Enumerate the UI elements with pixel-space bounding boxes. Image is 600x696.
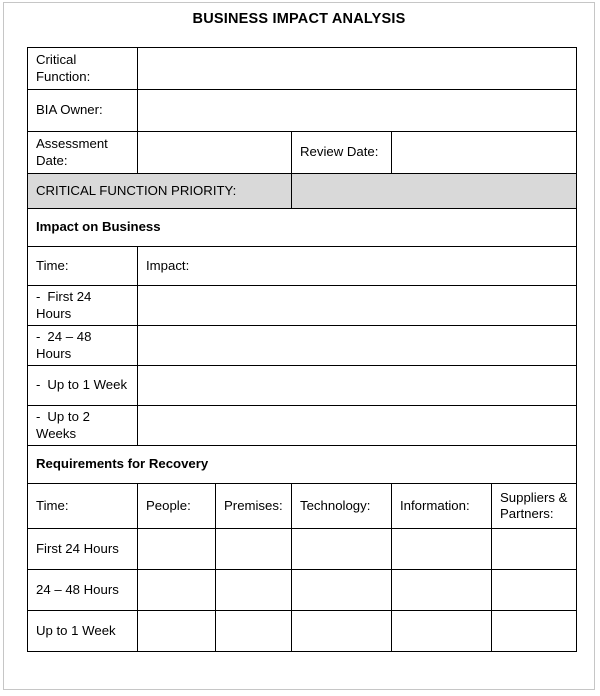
- recovery-suppliers-first-24-hours[interactable]: [490, 528, 578, 570]
- recovery-col-information-header: Information:: [391, 483, 492, 529]
- document-page: BUSINESS IMPACT ANALYSIS Critical Functi…: [3, 2, 595, 690]
- impact-col-impact-header: Impact:: [136, 246, 578, 286]
- recovery-col-technology-header: Technology:: [291, 483, 392, 529]
- table-row-impact-columns: Time: Impact:: [27, 246, 578, 286]
- recovery-col-premises-header: Premises:: [215, 483, 292, 529]
- assessment-date-value-cell[interactable]: [137, 131, 292, 174]
- page-title: BUSINESS IMPACT ANALYSIS: [192, 11, 406, 27]
- impact-time-label: 24 – 48 Hours: [36, 329, 92, 361]
- table-row: - Up to 1 Week: [27, 365, 578, 406]
- recovery-suppliers-up-to-1-week[interactable]: [490, 610, 578, 652]
- recovery-people-24-48-hours[interactable]: [137, 569, 216, 611]
- impact-value-first-24-hours[interactable]: [136, 285, 578, 326]
- business-impact-analysis-table: Critical Function: BIA Owner: Assessment…: [26, 47, 578, 652]
- review-date-label: Review Date:: [291, 131, 392, 174]
- impact-time-label: Up to 1 Week: [47, 377, 128, 393]
- recovery-time-first-24-hours: First 24 Hours: [27, 528, 138, 570]
- bullet-dash-icon: -: [36, 289, 41, 305]
- table-row: - Up to 2 Weeks: [27, 405, 578, 446]
- table-row-priority: CRITICAL FUNCTION PRIORITY:: [27, 173, 578, 209]
- bia-owner-value-cell[interactable]: [136, 89, 578, 132]
- impact-value-up-to-2-weeks[interactable]: [136, 405, 578, 446]
- impact-time-first-24-hours: - First 24 Hours: [27, 285, 138, 326]
- impact-time-24-48-hours: -24 – 48 Hours: [27, 325, 138, 366]
- bia-owner-label: BIA Owner:: [27, 89, 138, 132]
- table-row-recovery-columns: Time: People: Premises: Technology: Info…: [27, 483, 578, 529]
- impact-time-up-to-1-week: - Up to 1 Week: [27, 365, 138, 406]
- recovery-col-people-header: People:: [137, 483, 216, 529]
- table-row: First 24 Hours: [27, 528, 578, 570]
- recovery-premises-first-24-hours[interactable]: [215, 528, 292, 570]
- recovery-people-first-24-hours[interactable]: [137, 528, 216, 570]
- impact-col-time-header: Time:: [27, 246, 138, 286]
- bullet-dash-icon: -: [36, 409, 41, 425]
- recovery-time-up-to-1-week: Up to 1 Week: [27, 610, 138, 652]
- recovery-technology-24-48-hours[interactable]: [291, 569, 392, 611]
- recovery-time-24-48-hours: 24 – 48 Hours: [27, 569, 138, 611]
- impact-time-label: Up to 2 Weeks: [36, 409, 90, 441]
- impact-time-up-to-2-weeks: - Up to 2 Weeks: [27, 405, 138, 446]
- recovery-technology-up-to-1-week[interactable]: [291, 610, 392, 652]
- table-row-dates: Assessment Date: Review Date:: [27, 131, 578, 174]
- table-row-impact-heading: Impact on Business: [26, 208, 578, 247]
- critical-function-value-cell[interactable]: [136, 47, 578, 90]
- table-row-recovery-heading: Requirements for Recovery: [26, 445, 578, 484]
- critical-function-priority-value-cell[interactable]: [290, 173, 578, 209]
- recovery-people-up-to-1-week[interactable]: [137, 610, 216, 652]
- recovery-suppliers-24-48-hours[interactable]: [490, 569, 578, 611]
- table-row-bia-owner: BIA Owner:: [27, 89, 578, 132]
- table-row: 24 – 48 Hours: [27, 569, 578, 611]
- impact-value-up-to-1-week[interactable]: [136, 365, 578, 406]
- critical-function-priority-label: CRITICAL FUNCTION PRIORITY:: [27, 173, 292, 209]
- bullet-dash-icon: -: [36, 377, 41, 393]
- critical-function-label: Critical Function:: [27, 47, 138, 90]
- recovery-col-time-header: Time:: [27, 483, 138, 529]
- impact-value-24-48-hours[interactable]: [136, 325, 578, 366]
- bullet-dash-icon: -: [36, 329, 41, 345]
- assessment-date-label: Assessment Date:: [27, 131, 138, 174]
- impact-time-label: First 24 Hours: [36, 289, 92, 321]
- recovery-information-up-to-1-week[interactable]: [391, 610, 492, 652]
- recovery-technology-first-24-hours[interactable]: [291, 528, 392, 570]
- review-date-value-cell[interactable]: [390, 131, 578, 174]
- recovery-premises-up-to-1-week[interactable]: [215, 610, 292, 652]
- table-row: -24 – 48 Hours: [27, 325, 578, 366]
- requirements-for-recovery-heading: Requirements for Recovery: [26, 445, 578, 484]
- recovery-col-suppliers-partners-header: Suppliers & Partners:: [490, 483, 578, 529]
- table-row-critical-function: Critical Function:: [27, 47, 578, 90]
- recovery-premises-24-48-hours[interactable]: [215, 569, 292, 611]
- table-row: Up to 1 Week: [27, 610, 578, 652]
- table-row: - First 24 Hours: [27, 285, 578, 326]
- recovery-information-first-24-hours[interactable]: [391, 528, 492, 570]
- recovery-information-24-48-hours[interactable]: [391, 569, 492, 611]
- impact-on-business-heading: Impact on Business: [26, 208, 578, 247]
